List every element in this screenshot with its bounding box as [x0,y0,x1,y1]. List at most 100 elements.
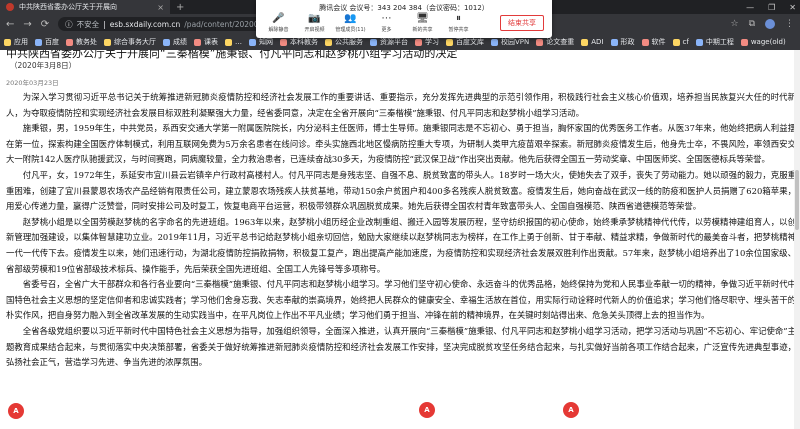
window-controls: — ❐ ✕ [746,0,796,14]
close-window-icon[interactable]: ✕ [789,3,796,12]
bookmark-item[interactable]: … [225,38,242,46]
meeting-tool-label: 开启视频 [304,27,325,33]
bookmark-icon [672,38,680,46]
bookmark-item[interactable]: 形政 [610,37,635,47]
bookmark-icon [225,38,232,46]
bookmark-item[interactable]: 软件 [641,37,666,47]
menu-icon[interactable]: ⋮ [785,19,794,29]
bookmark-item[interactable]: 校园VPN [491,37,529,47]
tab-title: 中共陕西省委办公厅关于开展向 [19,3,117,11]
meeting-tool-button[interactable]: 🎤 解除静音 [262,13,295,33]
font-size-icon[interactable]: A [563,402,579,418]
bookmark-item[interactable]: 知网 [249,37,273,47]
bookmark-item[interactable]: 综合事务大厅 [104,37,156,47]
meeting-tool-label: 新的共享 [412,27,433,33]
font-size-icon[interactable]: A [8,403,24,419]
bookmark-label: 百度 [45,38,59,46]
more-icon: ⋯ [381,13,392,24]
tab-close-icon[interactable]: × [157,3,164,12]
bookmark-icon [249,38,256,46]
bookmark-icon [163,38,170,46]
reload-icon[interactable]: ⟳ [41,19,49,30]
url-path: /pad/content/202003 [184,19,264,29]
star-icon[interactable]: ☆ [730,19,738,29]
avatar[interactable] [765,19,775,29]
bookmark-icon [194,38,201,46]
camera-off-icon: 📷 [308,13,321,24]
font-size-icon[interactable]: A [419,402,435,418]
forward-icon[interactable]: → [23,19,31,30]
meeting-tool-button[interactable]: ⋯ 更多 [370,13,403,33]
bookmark-item[interactable]: 学习 [415,37,439,47]
extension-icon[interactable]: ⧉ [749,19,755,29]
browser-tab[interactable]: 中共陕西省委办公厅关于开展向 × [0,0,170,14]
article-body: 为深入学习贯彻习近平总书记关于统筹推进新冠肺炎疫情防控和经济社会发展工作的重要讲… [6,90,796,371]
bookmark-item[interactable]: 教务处 [66,37,97,47]
toolbar-right: ☆ ⧉ ⋮ [730,19,794,29]
bookmark-item[interactable]: 论文查重 [536,37,574,47]
article-paragraph: 施秉银，男，1959年生，中共党员，系西安交通大学第一附属医院院长，内分泌科主任… [6,123,796,165]
bookmark-item[interactable]: 百度文库 [446,37,484,47]
new-tab-button[interactable]: + [176,2,184,13]
bookmark-label: 本科教务 [290,38,318,46]
article-paragraph: 为深入学习贯彻习近平总书记关于统筹推进新冠肺炎疫情防控和经济社会发展工作的重要讲… [6,92,796,118]
bookmark-item[interactable]: cf [672,38,689,46]
bookmark-icon [4,38,11,46]
bookmark-item[interactable]: ADI [581,38,604,46]
article-headline: 中共陕西省委办公厅关于开展向“三秦楷模”施秉银、付凡平同志和赵梦桃小组学习活动的… [6,50,458,60]
meeting-tool-label: 管理成员(11) [335,27,366,33]
bookmark-item[interactable]: 百度 [35,37,59,47]
minimize-icon[interactable]: — [746,3,754,12]
meeting-tool-button[interactable]: 👥 管理成员(11) [334,13,367,33]
info-icon[interactable]: ⓘ [65,19,73,30]
meeting-tool-button[interactable]: ⏸ 暂停共享 [442,13,475,33]
end-share-button[interactable]: 结束共享 [500,15,544,31]
bookmark-icon [415,38,422,46]
bookmark-icon [581,38,589,46]
meeting-tool-button[interactable]: 📷 开启视频 [298,13,331,33]
bookmark-icon [641,38,649,46]
share-screen-icon: 🖥 [416,13,429,24]
url-input[interactable]: ⓘ 不安全 | esb.sxdaily.com.cn /pad/content/… [58,17,284,31]
security-label: 不安全 [76,19,100,29]
page-scrollbar[interactable] [794,50,800,429]
meeting-tool-button[interactable]: 🖥 新的共享 [406,13,439,33]
bookmark-item[interactable]: 成绩 [163,37,187,47]
bookmark-label: 论文查重 [546,38,575,46]
bookmark-item[interactable]: 公共服务 [325,37,363,47]
bookmark-label: 课表 [204,38,218,46]
bookmark-label: 应用 [14,38,28,46]
bookmark-label: … [235,38,242,46]
meeting-tool-label: 解除静音 [268,27,289,33]
bookmark-label: 资源平台 [380,38,408,46]
bookmark-item[interactable]: 资源平台 [370,37,408,47]
bookmark-icon [446,38,453,46]
restore-icon[interactable]: ❐ [768,3,775,12]
bookmark-label: 软件 [651,38,666,46]
bookmark-label: 教务处 [76,38,97,46]
bookmark-label: 中期工程 [705,38,734,46]
bookmark-item[interactable]: 本科教务 [280,37,318,47]
article-paragraph: 赵梦桃小组是以全国劳模赵梦桃的名字命名的先进班组。1963年以来，赵梦桃小组历经… [6,216,796,274]
bookmark-label: 综合事务大厅 [114,38,156,46]
members-icon: 👥 [344,13,357,24]
microphone-muted-icon: 🎤 [272,13,285,24]
bookmark-icon [491,38,498,46]
article-paragraph: 付凡平，女，1972年生，系延安市宜川县云岩镇辛户行政村高楼村人。付凡平同志是身… [6,169,796,212]
bookmark-label: 知网 [259,38,273,46]
bookmark-label: 百度文库 [456,38,484,46]
publish-date: 2020年03月23日 [6,79,59,87]
article-paragraph: 省委号召，全省广大干部群众和各行各业要向“三秦楷模”施秉银、付凡平同志和赵梦桃小… [6,279,796,321]
article-subdate: （2020年3月8日） [10,61,77,70]
bookmark-item[interactable]: 应用 [4,37,28,47]
scrollbar-thumb[interactable] [795,170,799,230]
bookmark-item[interactable]: 课表 [194,37,218,47]
meeting-tool-label: 更多 [381,27,392,33]
back-icon[interactable]: ← [6,19,14,30]
bookmark-icon [740,38,748,46]
bookmark-item[interactable]: 中期工程 [695,37,734,47]
bookmark-label: 学习 [425,38,439,46]
bookmark-item[interactable]: wage(old) [740,38,786,46]
bookmark-label: 形政 [620,38,635,46]
meeting-toolbar: 腾讯会议 会议号：343 204 384（会议密码：1012） 🎤 解除静音 📷 开启… [256,0,552,38]
